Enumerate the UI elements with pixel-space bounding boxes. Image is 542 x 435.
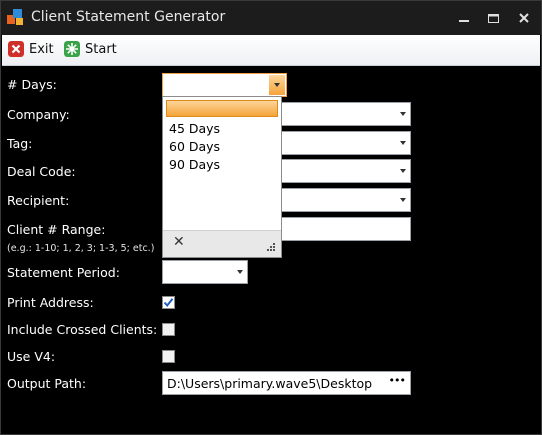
toolbar: Exit Start [2, 35, 540, 66]
statement-period-combo[interactable] [162, 260, 248, 284]
exit-button[interactable]: Exit [8, 41, 58, 59]
use-v4-label: Use V4: [7, 349, 56, 364]
company-label: Company: [7, 107, 70, 122]
dropdown-option-90-days[interactable]: 90 Days [169, 157, 220, 172]
chevron-down-icon [400, 198, 406, 202]
checkmark-icon [163, 298, 174, 308]
minimize-button[interactable] [453, 7, 475, 29]
chevron-down-icon [237, 270, 243, 274]
statement-period-label: Statement Period: [7, 265, 120, 280]
dropdown-footer: ✕ [163, 230, 281, 257]
start-label: Start [85, 42, 117, 57]
chevron-down-icon [400, 141, 406, 145]
window-title: Client Statement Generator [31, 9, 226, 25]
maximize-icon [487, 13, 499, 23]
use-v4-checkbox[interactable] [162, 350, 175, 363]
print-address-checkbox[interactable] [162, 296, 175, 309]
chevron-down-icon [400, 169, 406, 173]
exit-label: Exit [29, 42, 54, 57]
days-dropdown-list: 45 Days 60 Days 90 Days ✕ [162, 96, 282, 258]
chevron-down-icon [274, 83, 280, 87]
chevron-down-icon [400, 112, 406, 116]
recipient-label: Recipient: [7, 193, 70, 208]
output-path-input[interactable]: D:\Users\primary.wave5\Desktop ••• [162, 371, 411, 395]
app-logo-icon [7, 9, 23, 25]
exit-icon [8, 41, 24, 57]
close-button[interactable] [513, 7, 535, 29]
maximize-button[interactable] [482, 7, 504, 29]
tag-label: Tag: [7, 136, 33, 151]
clear-icon[interactable]: ✕ [173, 234, 185, 250]
close-icon [519, 13, 529, 23]
output-path-value: D:\Users\primary.wave5\Desktop [167, 376, 373, 391]
title-bar: Client Statement Generator [1, 1, 541, 35]
days-combo[interactable] [162, 73, 287, 97]
deal-code-label: Deal Code: [7, 164, 76, 179]
include-crossed-clients-checkbox[interactable] [162, 323, 175, 336]
include-crossed-clients-label: Include Crossed Clients: [7, 322, 158, 337]
client-range-label: Client # Range: [7, 222, 106, 237]
dropdown-option-60-days[interactable]: 60 Days [169, 139, 220, 154]
print-address-label: Print Address: [7, 295, 94, 310]
days-combo-button[interactable] [269, 75, 285, 95]
client-range-hint: (e.g.: 1-10; 1, 2, 3; 1-3, 5; etc.) [7, 243, 155, 254]
app-window: Client Statement Generator Exit Start # … [0, 0, 542, 435]
start-button[interactable]: Start [64, 41, 124, 59]
days-label: # Days: [7, 77, 57, 92]
dropdown-option-45-days[interactable]: 45 Days [169, 121, 220, 136]
output-path-label: Output Path: [7, 376, 87, 391]
start-icon [64, 41, 80, 57]
browse-button[interactable]: ••• [389, 374, 406, 387]
dropdown-option-blank[interactable] [166, 100, 278, 117]
resize-grip-icon[interactable] [266, 242, 276, 252]
minimize-icon [459, 20, 469, 22]
